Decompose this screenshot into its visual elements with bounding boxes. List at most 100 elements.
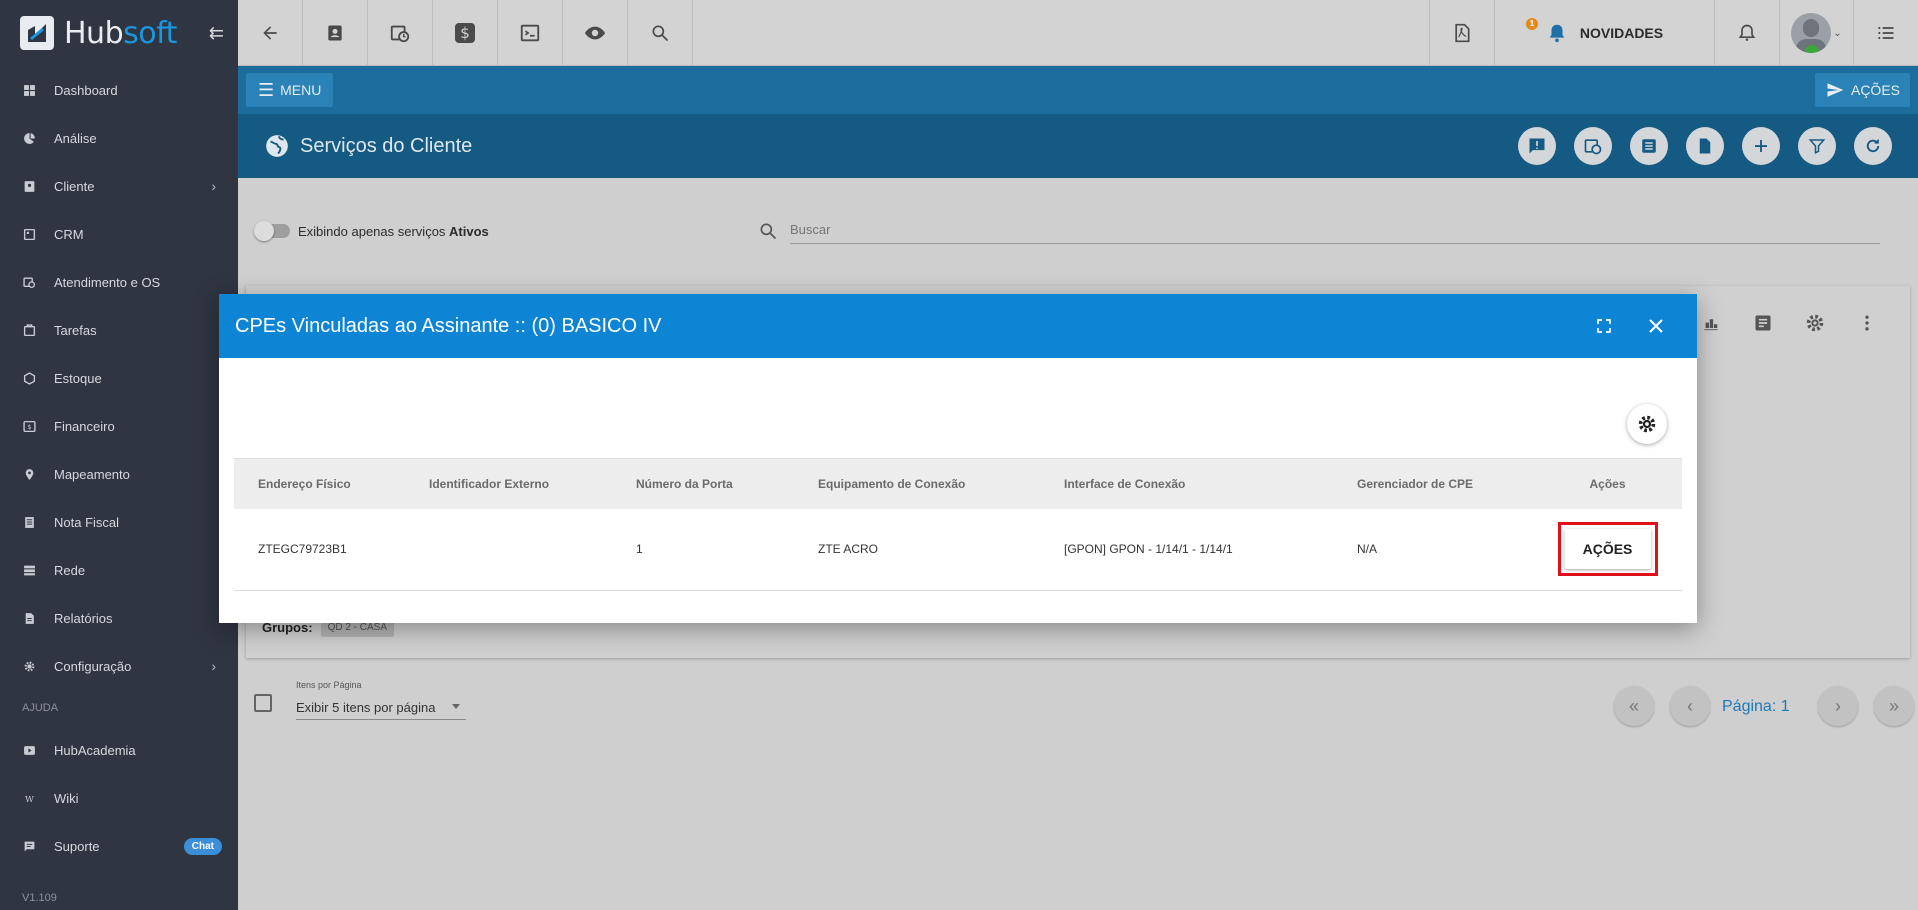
cell-gerenciador: N/A xyxy=(1333,508,1533,591)
refresh-icon xyxy=(1866,139,1880,153)
sidebar-item-atendimento-e-os[interactable]: Atendimento e OS xyxy=(0,258,238,306)
document-button[interactable] xyxy=(1686,127,1724,165)
play-icon xyxy=(22,743,36,757)
gear-icon xyxy=(22,659,36,673)
sidebar-item-financeiro[interactable]: $ Financeiro xyxy=(0,402,238,450)
calendar-clock-icon xyxy=(1584,139,1602,155)
list-icon xyxy=(1878,26,1894,40)
gear-icon[interactable] xyxy=(1802,310,1828,336)
contact-button[interactable] xyxy=(303,0,368,66)
sidebar-item-mapeamento[interactable]: Mapeamento xyxy=(0,450,238,498)
terminal-button[interactable] xyxy=(498,0,563,66)
more-vertical-icon[interactable] xyxy=(1854,310,1880,336)
cell-identificador-externo xyxy=(405,508,612,591)
col-acoes: Ações xyxy=(1533,458,1682,509)
prev-page-button[interactable]: ‹ xyxy=(1670,686,1710,726)
table-settings-button[interactable] xyxy=(1627,404,1667,444)
col-interface[interactable]: Interface de Conexão xyxy=(1040,458,1333,509)
schedule-button[interactable] xyxy=(368,0,433,66)
novidades-button[interactable]: 1 NOVIDADES xyxy=(1494,0,1714,66)
close-modal-button[interactable] xyxy=(1643,313,1669,339)
sidebar-item-cliente[interactable]: Cliente › xyxy=(0,162,238,210)
sidebar-item-label: Atendimento e OS xyxy=(54,274,161,290)
terminal-icon xyxy=(520,24,540,42)
add-button[interactable] xyxy=(1742,127,1780,165)
sidebar-item-relatorios[interactable]: Relatórios xyxy=(0,594,238,642)
col-gerenciador[interactable]: Gerenciador de CPE xyxy=(1333,458,1533,509)
sidebar-item-configuracao[interactable]: Configuração › xyxy=(0,642,238,690)
sidebar-item-estoque[interactable]: Estoque xyxy=(0,354,238,402)
next-page-button[interactable]: › xyxy=(1818,686,1858,726)
list-detail-button[interactable] xyxy=(1630,127,1668,165)
col-endereco-fisico[interactable]: Endereço Físico xyxy=(234,458,405,509)
cell-endereco-fisico: ZTEGC79723B1 xyxy=(234,508,405,591)
sidebar-item-analise[interactable]: Análise xyxy=(0,114,238,162)
bar-chart-icon[interactable] xyxy=(1698,310,1724,336)
acoes-top-button[interactable]: AÇÕES xyxy=(1814,73,1910,107)
cpe-table: Endereço Físico Identificador Externo Nú… xyxy=(234,458,1682,591)
sidebar-section-help: AJUDA xyxy=(22,702,59,714)
gear-icon xyxy=(1638,415,1656,433)
wiki-icon: W xyxy=(22,791,36,805)
back-button[interactable] xyxy=(238,0,303,66)
sidebar-item-tarefas[interactable]: Tarefas xyxy=(0,306,238,354)
list-menu-button[interactable] xyxy=(1853,0,1918,66)
schedule-history-button[interactable] xyxy=(1574,127,1612,165)
chevron-right-icon: › xyxy=(1835,695,1841,716)
view-button[interactable] xyxy=(563,0,628,66)
sidebar-item-dashboard[interactable]: Dashboard xyxy=(0,66,238,114)
sidebar-item-label: Relatórios xyxy=(54,610,113,626)
refresh-button[interactable] xyxy=(1854,127,1892,165)
sidebar-item-wiki[interactable]: W Wiki xyxy=(0,774,238,822)
user-menu[interactable]: ⌄ xyxy=(1779,0,1853,66)
caret-down-icon xyxy=(452,704,460,709)
search-icon xyxy=(652,25,669,42)
sidebar-item-crm[interactable]: CRM xyxy=(0,210,238,258)
active-services-toggle[interactable] xyxy=(254,221,290,241)
contact-card-icon xyxy=(328,25,342,41)
col-identificador-externo[interactable]: Identificador Externo xyxy=(405,458,612,509)
items-per-page-label: Itens por Página xyxy=(296,680,362,690)
sidebar-item-label: Suporte xyxy=(54,838,100,854)
alert-button[interactable] xyxy=(1518,127,1556,165)
calendar-clock-icon xyxy=(22,275,36,289)
sidebar-item-label: Configuração xyxy=(54,658,132,674)
select-all-checkbox[interactable] xyxy=(254,694,272,712)
table-header-row: Endereço Físico Identificador Externo Nú… xyxy=(234,458,1682,509)
eye-icon xyxy=(584,26,606,40)
map-pin-icon xyxy=(22,467,36,481)
logo[interactable]: Hubsoft ⇇ xyxy=(0,0,238,66)
search-button[interactable] xyxy=(628,0,693,66)
fullscreen-button[interactable] xyxy=(1591,313,1617,339)
last-page-button[interactable]: » xyxy=(1874,686,1914,726)
items-per-page-select[interactable]: Exibir 5 itens por página xyxy=(296,694,466,720)
avatar xyxy=(1791,13,1832,53)
sidebar-item-rede[interactable]: Rede xyxy=(0,546,238,594)
col-numero-porta[interactable]: Número da Porta xyxy=(612,458,794,509)
sidebar: Hubsoft ⇇ Dashboard Análise Cliente › CRM Ate… xyxy=(0,0,238,910)
dollar-icon: $ xyxy=(455,23,475,43)
pdf-button[interactable] xyxy=(1429,0,1494,66)
menu-label: MENU xyxy=(280,82,322,98)
table-row: ZTEGC79723B1 1 ZTE ACRO [GPON] GPON - 1/… xyxy=(234,508,1682,591)
finance-button[interactable]: $ xyxy=(433,0,498,66)
cpe-modal: CPEs Vinculadas ao Assinante :: (0) BASI… xyxy=(219,294,1697,623)
novidades-label: NOVIDADES xyxy=(1579,25,1664,41)
alert-comment-icon xyxy=(1529,138,1545,154)
notifications-button[interactable] xyxy=(1714,0,1779,66)
modal-title: CPEs Vinculadas ao Assinante :: (0) BASI… xyxy=(235,314,662,337)
col-equipamento[interactable]: Equipamento de Conexão xyxy=(794,458,1040,509)
acoes-row-button[interactable]: AÇÕES xyxy=(1564,529,1651,570)
filter-button[interactable] xyxy=(1798,127,1836,165)
file-icon xyxy=(1699,138,1711,154)
menu-button[interactable]: ☰ MENU xyxy=(246,73,334,107)
list-box-icon[interactable] xyxy=(1750,310,1776,336)
sidebar-item-hubacademia[interactable]: HubAcademia xyxy=(0,726,238,774)
sidebar-item-suporte[interactable]: Suporte Chat xyxy=(0,822,238,870)
sidebar-item-nota-fiscal[interactable]: Nota Fiscal xyxy=(0,498,238,546)
first-page-button[interactable]: « xyxy=(1614,686,1654,726)
send-icon xyxy=(1827,83,1844,97)
collapse-sidebar-icon[interactable]: ⇇ xyxy=(209,23,224,44)
search-icon xyxy=(760,223,777,240)
search-input[interactable] xyxy=(790,216,1880,244)
